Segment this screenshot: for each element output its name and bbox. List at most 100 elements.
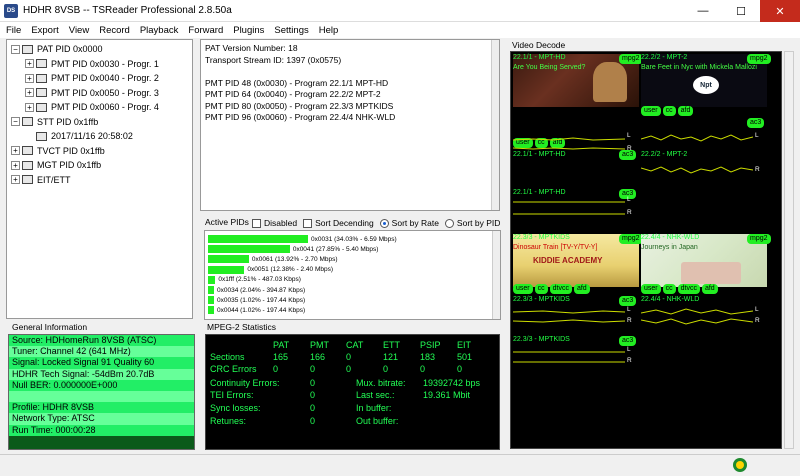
- menu-playback[interactable]: Playback: [140, 25, 179, 36]
- mpeg2-stats-panel: PAT PMT CAT ETT PSIP EIT Sections 165 166 0 121 183…: [205, 334, 500, 450]
- stats-crc-value: 0: [310, 364, 316, 374]
- tree-item[interactable]: − STT PID 0x1ffb: [11, 115, 192, 130]
- expand-icon[interactable]: +: [11, 160, 20, 170]
- expand-icon[interactable]: +: [11, 146, 20, 156]
- stats-sections-value: 165: [273, 352, 289, 362]
- info-line: PMT PID 96 (0x0060) - Program 22.4/4 NHK…: [205, 112, 396, 122]
- tree-item[interactable]: 2017/11/16 20:58:02: [11, 129, 192, 144]
- collapse-icon[interactable]: −: [11, 44, 20, 54]
- pill-cc: cc: [662, 284, 676, 294]
- pid-row[interactable]: 0x0041 (27.85% - 5.40 Mbps): [208, 244, 497, 254]
- info-line: Transport Stream ID: 1397 (0x0575): [205, 54, 342, 65]
- kids-logo: KIDDIE ACADEMY: [533, 256, 603, 265]
- stats-sync-value: 0: [310, 403, 316, 413]
- collapse-icon[interactable]: −: [11, 117, 20, 127]
- stats-sync-label: Sync losses:: [210, 403, 261, 413]
- pill-user: user: [641, 106, 661, 116]
- stats-column-header: EIT: [457, 340, 472, 350]
- minimize-button[interactable]: —: [684, 0, 722, 22]
- expand-icon[interactable]: +: [11, 175, 20, 185]
- stats-column-header: PAT: [273, 340, 290, 350]
- tree-item[interactable]: + PMT PID 0x0050 - Progr. 3: [11, 86, 192, 101]
- stats-mux-label: Mux. bitrate:: [356, 378, 406, 388]
- pid-row[interactable]: 0x0034 (2.04% - 394.87 Kbps): [208, 285, 497, 295]
- radio-selected-icon: [379, 218, 389, 228]
- table-icon: [22, 146, 33, 156]
- tree-item-label: PAT PID 0x0000: [37, 44, 103, 55]
- menu-forward[interactable]: Forward: [188, 25, 223, 36]
- pill-afd: afd: [573, 284, 590, 294]
- pid-row[interactable]: 0x0044 (1.02% - 197.44 Kbps): [208, 305, 497, 315]
- thumb2-label: 22.2/2 - MPT-2: [641, 54, 688, 61]
- pill-dtvcc: dtvcc: [549, 284, 572, 294]
- maximize-button[interactable]: ☐: [722, 0, 760, 22]
- pid-row[interactable]: 0x0035 (1.02% - 197.44 Kbps): [208, 295, 497, 305]
- sort-by-rate-label: Sort by Rate: [391, 218, 439, 228]
- general-info-row: Source: HDHomeRun 8VSB (ATSC): [9, 335, 194, 347]
- info-scrollbar[interactable]: [491, 40, 499, 210]
- pid-rate-label: 0x0031 (34.03% - 6.59 Mbps): [311, 235, 397, 243]
- npt-logo: Npt: [693, 76, 719, 94]
- maximize-icon: ☐: [736, 5, 746, 18]
- menu-record[interactable]: Record: [99, 25, 130, 36]
- sort-descending-checkbox[interactable]: Sort Decending: [303, 218, 374, 228]
- menu-help[interactable]: Help: [319, 25, 339, 36]
- status-bar: [0, 454, 800, 476]
- pid-rate-bar: [208, 255, 249, 264]
- checkbox-icon: [303, 218, 313, 228]
- tree-item[interactable]: + MGT PID 0x1ffb: [11, 158, 192, 173]
- tree-item-label: 2017/11/16 20:58:02: [51, 131, 133, 142]
- stats-sections-value: 183: [420, 352, 436, 362]
- table-icon: [22, 44, 33, 54]
- close-button[interactable]: ✕: [760, 0, 800, 22]
- menu-bar: File Export View Record Playback Forward…: [0, 22, 800, 38]
- expand-icon[interactable]: +: [25, 102, 34, 112]
- pid-row[interactable]: 0x1fff (2.51% - 487.03 Kbps): [208, 275, 497, 285]
- sort-by-pid-radio[interactable]: Sort by PID: [444, 218, 500, 228]
- pid-rate-label: 0x0034 (2.04% - 394.87 Kbps): [217, 286, 306, 294]
- tree-item[interactable]: + EIT/ETT: [11, 173, 192, 188]
- window-title: HDHR 8VSB -- TSReader Professional 2.8.5…: [23, 5, 232, 16]
- stats-sections-value: 121: [383, 352, 399, 362]
- pid-rate-label: 0x0041 (27.85% - 5.40 Mbps): [292, 245, 379, 253]
- menu-plugins[interactable]: Plugins: [233, 25, 264, 36]
- menu-view[interactable]: View: [69, 25, 89, 36]
- menu-file[interactable]: File: [6, 25, 21, 36]
- pill-user: user: [641, 284, 661, 294]
- audio2-label: 22.2/2 - MPT-2: [641, 151, 688, 158]
- tree-item[interactable]: + PMT PID 0x0030 - Progr. 1: [11, 57, 192, 72]
- expand-icon[interactable]: +: [25, 73, 34, 83]
- thumb2-codec: mpg2: [747, 54, 771, 64]
- stats-crc-value: 0: [273, 364, 279, 374]
- thumb1-program: Are You Being Served?: [513, 64, 586, 71]
- pid-row[interactable]: 0x0061 (13.92% - 2.70 Mbps): [208, 254, 497, 264]
- menu-export[interactable]: Export: [31, 25, 58, 36]
- stats-tei-label: TEI Errors:: [210, 390, 254, 400]
- info-line: PMT PID 48 (0x0030) - Program 22.1/1 MPT…: [205, 77, 389, 88]
- video-scrollbar[interactable]: [784, 51, 794, 449]
- stats-continuity-label: Continuity Errors:: [210, 378, 280, 388]
- tree-item[interactable]: + PMT PID 0x0060 - Progr. 4: [11, 100, 192, 115]
- thumb2-ac3: ac3: [747, 118, 765, 128]
- pid-row[interactable]: 0x0031 (34.03% - 6.59 Mbps): [208, 234, 497, 244]
- tree-item[interactable]: − PAT PID 0x0000: [11, 42, 192, 57]
- menu-settings[interactable]: Settings: [274, 25, 308, 36]
- audio7-l: L: [627, 346, 631, 353]
- disabled-checkbox[interactable]: Disabled: [252, 218, 297, 228]
- audio6-r: R: [755, 317, 760, 324]
- tree-item[interactable]: + PMT PID 0x0040 - Progr. 2: [11, 71, 192, 86]
- expand-icon[interactable]: +: [25, 59, 34, 69]
- table-icon: [22, 117, 33, 127]
- pid-row[interactable]: 0x0051 (12.38% - 2.40 Mbps): [208, 265, 497, 275]
- audio3-r: R: [627, 209, 632, 216]
- audio3-l: L: [627, 196, 631, 203]
- tree-item[interactable]: + TVCT PID 0x1ffb: [11, 144, 192, 159]
- expand-icon[interactable]: +: [25, 88, 34, 98]
- pid-rate-bar: [208, 245, 290, 254]
- general-info-row: Signal: Locked Signal 91 Quality 60: [9, 357, 194, 369]
- pids-scrollbar[interactable]: [492, 231, 500, 319]
- audio2-r: R: [755, 166, 760, 173]
- stats-tei-value: 0: [310, 390, 316, 400]
- sort-by-rate-radio[interactable]: Sort by Rate: [379, 218, 439, 228]
- radio-icon: [444, 218, 454, 228]
